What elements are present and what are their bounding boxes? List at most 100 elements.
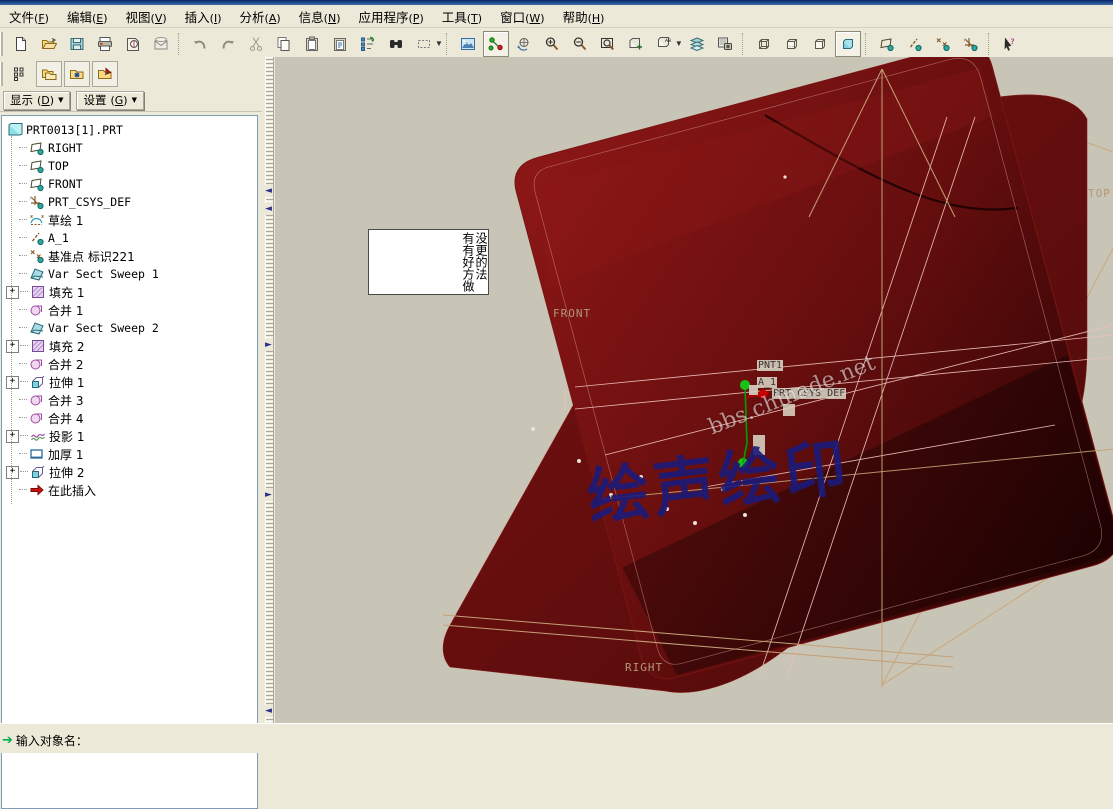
menu-item-3[interactable]: 视图(V) — [117, 5, 176, 28]
tree-item-5[interactable]: 草绘 1 — [6, 211, 257, 229]
tree-item-14[interactable]: + 拉伸 1 — [6, 373, 257, 391]
tree-item-1[interactable]: RIGHT — [6, 139, 257, 157]
connections-icon[interactable] — [92, 61, 118, 87]
splitter-expand-right-icon-2[interactable]: ► — [264, 489, 273, 501]
select-box-icon[interactable] — [411, 31, 437, 57]
model-tree-icon[interactable] — [8, 61, 34, 87]
tree-connector — [20, 291, 28, 293]
menu-item-2[interactable]: 编辑(E) — [58, 5, 117, 28]
datum-csys-icon[interactable]: y — [958, 31, 984, 57]
model-tree[interactable]: PRT0013[1].PRT RIGHT TOP FRONT y PRT_CSYS_DEF… — [1, 115, 258, 809]
menu-item-7[interactable]: 应用程序(P) — [349, 5, 432, 28]
mail-icon[interactable] — [148, 31, 174, 57]
panel-splitter[interactable]: ◄ ◄ ► ► ◄ — [262, 57, 275, 723]
no-hidden-icon[interactable] — [807, 31, 833, 57]
menu-item-label: 分析 — [239, 9, 265, 25]
paste-icon[interactable] — [299, 31, 325, 57]
zoom-in-icon[interactable] — [539, 31, 565, 57]
find-icon[interactable] — [383, 31, 409, 57]
menu-item-8[interactable]: 工具(T) — [433, 5, 491, 28]
refit-icon[interactable] — [595, 31, 621, 57]
tree-item-10[interactable]: 合并 1 — [6, 301, 257, 319]
tree-item-label: TOP — [48, 159, 69, 173]
toolbar-grip[interactable] — [0, 62, 5, 86]
saved-view-icon[interactable] — [623, 31, 649, 57]
tree-item-19[interactable]: + 拉伸 2 — [6, 463, 257, 481]
tree-item-0[interactable]: PRT0013[1].PRT — [6, 121, 257, 139]
menu-item-1[interactable]: 文件(F) — [0, 5, 58, 28]
menu-item-4[interactable]: 插入(I) — [176, 5, 231, 28]
copy-icon[interactable] — [271, 31, 297, 57]
menu-item-10[interactable]: 帮助(H) — [554, 5, 614, 28]
print-preview-icon[interactable] — [120, 31, 146, 57]
favorites-icon[interactable] — [64, 61, 90, 87]
menu-item-6[interactable]: 信息(N) — [290, 5, 350, 28]
spin-center-icon[interactable] — [482, 30, 509, 57]
model-graphics — [442, 57, 1113, 693]
new-file-icon[interactable] — [8, 31, 34, 57]
settings-menu-button[interactable]: 设置 (G) ▼ — [76, 90, 144, 110]
datum-point-icon[interactable] — [930, 31, 956, 57]
wireframe-icon[interactable] — [751, 31, 777, 57]
print-icon[interactable] — [92, 31, 118, 57]
menu-item-5[interactable]: 分析(A) — [231, 5, 290, 28]
splitter-collapse-left-icon[interactable]: ◄ — [264, 185, 273, 197]
paste-special-icon[interactable] — [327, 31, 353, 57]
tree-item-12[interactable]: + 填充 2 — [6, 337, 257, 355]
undo-icon[interactable] — [187, 31, 213, 57]
tree-item-6[interactable]: A_1 — [6, 229, 257, 247]
entity-handle-box[interactable] — [783, 404, 795, 416]
tree-item-15[interactable]: 合并 3 — [6, 391, 257, 409]
toolbar-separator — [178, 32, 183, 55]
tree-item-18[interactable]: 加厚 1 — [6, 445, 257, 463]
menu-item-9[interactable]: 窗口(W) — [491, 5, 554, 28]
tree-item-9[interactable]: + 填充 1 — [6, 283, 257, 301]
menu-item-label: 编辑 — [66, 9, 92, 25]
tree-item-4[interactable]: y PRT_CSYS_DEF — [6, 193, 257, 211]
splitter-expand-right-icon[interactable]: ► — [264, 339, 273, 351]
entity-handle-box-2[interactable] — [753, 435, 765, 455]
reorient-icon[interactable] — [511, 31, 537, 57]
settings-menu-label: 设置 — [83, 93, 107, 107]
tree-item-13[interactable]: 合并 2 — [6, 355, 257, 373]
tree-connector — [20, 435, 28, 437]
tree-item-11[interactable]: Var Sect Sweep 2 — [6, 319, 257, 337]
open-folder-icon[interactable] — [36, 31, 62, 57]
splitter-grip[interactable] — [265, 57, 274, 723]
toolbar-grip[interactable] — [0, 31, 5, 56]
snapshot-icon[interactable] — [712, 31, 738, 57]
tree-item-8[interactable]: Var Sect Sweep 1 — [6, 265, 257, 283]
menu-item-mnemonic: (F) — [34, 11, 49, 25]
tree-item-16[interactable]: 合并 4 — [6, 409, 257, 427]
tree-item-2[interactable]: TOP — [6, 157, 257, 175]
cut-icon[interactable] — [243, 31, 269, 57]
project-icon — [29, 428, 46, 444]
splitter-collapse-left-icon-2[interactable]: ◄ — [264, 203, 273, 215]
regenerate-icon[interactable] — [355, 31, 381, 57]
repaint-icon[interactable] — [455, 31, 481, 57]
redo-icon[interactable] — [215, 31, 241, 57]
tree-item-7[interactable]: 基准点 标识221 — [6, 247, 257, 265]
context-help-icon[interactable]: ? — [997, 31, 1023, 57]
tree-item-20[interactable]: 在此插入 — [6, 481, 257, 499]
annotation-icon[interactable]: AB — [651, 31, 677, 57]
tree-item-17[interactable]: + 投影 1 — [6, 427, 257, 445]
hidden-line-icon[interactable] — [779, 31, 805, 57]
splitter-collapse-left-icon-3[interactable]: ◄ — [264, 705, 273, 717]
folder-browser-icon[interactable] — [36, 61, 62, 87]
datum-axis-icon[interactable] — [902, 31, 928, 57]
entity-label-csys[interactable]: PRT_CSYS_DEF — [772, 388, 847, 399]
entity-label-axis[interactable]: A_1 — [757, 377, 778, 388]
tree-item-3[interactable]: FRONT — [6, 175, 257, 193]
shading-icon[interactable] — [834, 30, 861, 57]
layers-icon[interactable] — [684, 31, 710, 57]
datum-plane-icon[interactable] — [874, 31, 900, 57]
show-menu-button[interactable]: 显示 (D) ▼ — [3, 90, 71, 110]
entity-label-pnt1[interactable]: PNT1 — [757, 360, 784, 371]
annotation-note[interactable]: 没更的法 有有好方做 — [368, 229, 489, 295]
zoom-out-icon[interactable] — [567, 31, 593, 57]
graphics-viewport[interactable]: TOP FRONT RIGHT PNT1 PRT_CSYS_DEF A_1 没更… — [275, 57, 1113, 723]
sketch-icon — [28, 212, 45, 228]
save-icon[interactable] — [64, 31, 90, 57]
tree-connector — [19, 309, 27, 311]
